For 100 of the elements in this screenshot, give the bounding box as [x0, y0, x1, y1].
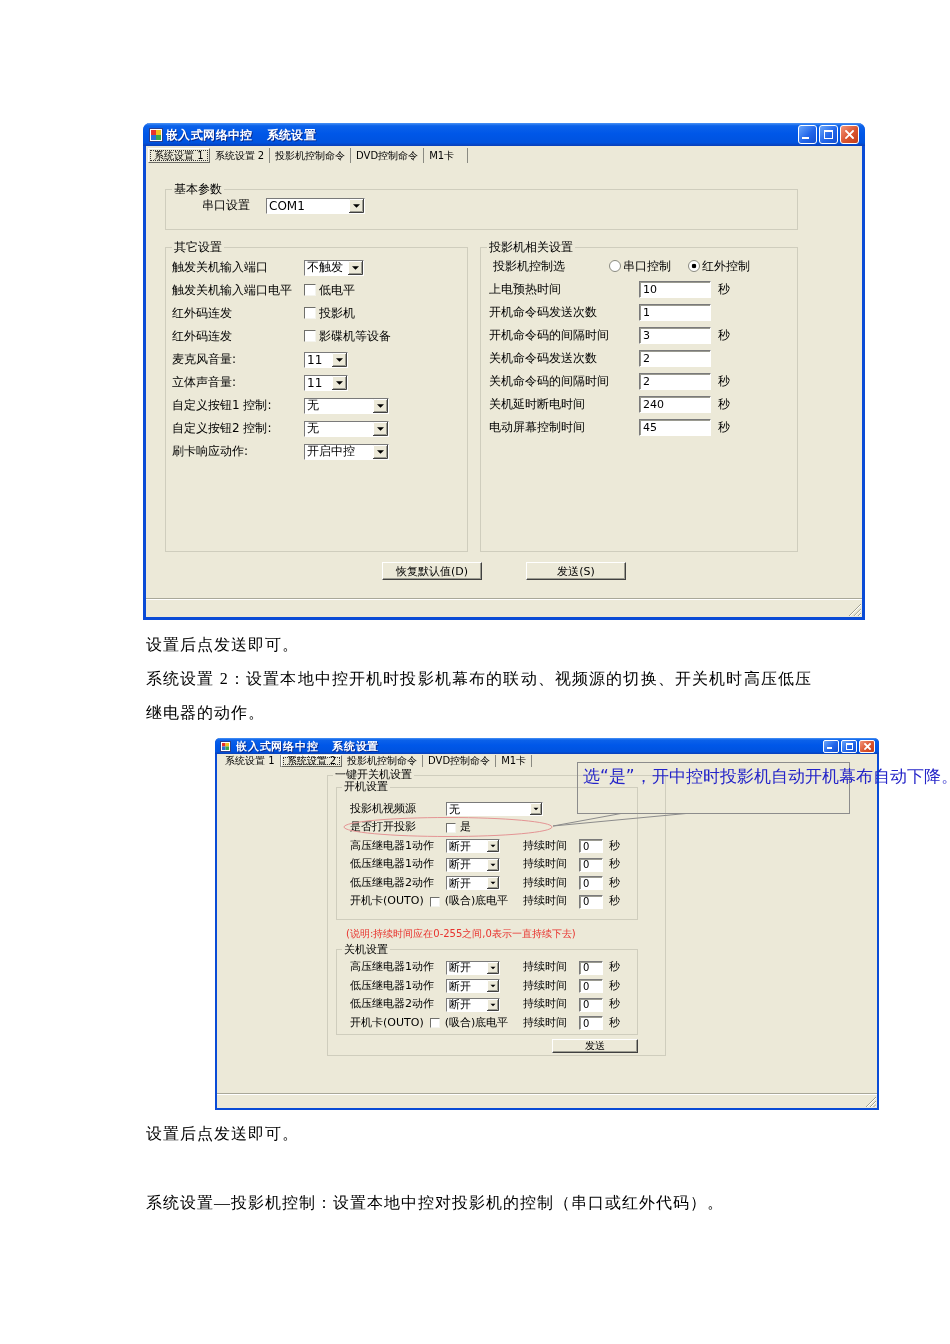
dropdown[interactable]: 开启中控	[304, 443, 389, 460]
send-button[interactable]: 发送(S)	[526, 562, 626, 580]
caret-icon	[487, 858, 499, 871]
field-label: 立体声音量:	[172, 375, 238, 390]
dropdown[interactable]: 11	[304, 374, 348, 391]
checkbox[interactable]	[429, 1018, 440, 1029]
unit-label: 秒	[717, 374, 731, 389]
dropdown[interactable]: 无	[304, 420, 389, 437]
radio-label: 红外控制	[702, 259, 750, 274]
unit-label: 秒	[717, 328, 731, 343]
tab[interactable]: 投影机控制命令	[342, 755, 424, 767]
field-label: 关机命令码发送次数	[489, 351, 598, 366]
text-field[interactable]: 0	[579, 1016, 603, 1031]
caret-icon	[530, 803, 542, 816]
window-title: 嵌入式网络中控 系统设置	[236, 740, 380, 752]
minimize-button[interactable]	[798, 125, 817, 144]
field-label: 刷卡响应动作:	[172, 444, 250, 459]
field-label: 低压继电器2动作	[350, 876, 435, 890]
caret-icon	[332, 352, 347, 367]
maximize-icon	[824, 130, 833, 139]
minimize-button[interactable]	[823, 739, 839, 753]
field-label: 开机卡(OUTO)	[350, 895, 424, 909]
dropdown[interactable]: 断开	[446, 839, 500, 854]
dropdown[interactable]: 断开	[446, 997, 500, 1012]
unit-label: 秒	[608, 1016, 621, 1030]
tab[interactable]: DVD控制命令	[423, 755, 497, 767]
body-text: 系统设置 2：设置本地中控开机时投影机幕布的联动、视频源的切换、开关机时高压低压继电器的动作。	[146, 669, 812, 723]
dropdown[interactable]: 断开	[446, 979, 500, 994]
unit-label: 秒	[608, 839, 621, 853]
body-text: 设置后点发送即可。	[146, 1124, 299, 1144]
field-label: 持续时间	[523, 895, 568, 909]
close-button[interactable]	[859, 739, 875, 753]
field-label: 低压继电器2动作	[350, 998, 435, 1012]
unit-label: 秒	[608, 895, 621, 909]
dropdown[interactable]: 断开	[446, 876, 500, 891]
close-icon	[863, 742, 871, 750]
checkbox[interactable]	[304, 284, 316, 297]
field-label: 关机命令码的间隔时间	[489, 374, 610, 389]
tab[interactable]: 系统设置 1	[220, 755, 281, 767]
text-field[interactable]: 0	[579, 839, 603, 854]
dropdown[interactable]: COM1	[266, 197, 365, 214]
text-field[interactable]: 0	[579, 857, 603, 872]
text-field[interactable]: 0	[579, 894, 603, 909]
field-label: 电动屏幕控制时间	[489, 420, 586, 435]
tab[interactable]: M1卡	[424, 148, 469, 163]
checkbox[interactable]	[304, 330, 316, 343]
text-field[interactable]: 10	[639, 281, 711, 298]
text-field[interactable]: 2	[639, 350, 711, 367]
dropdown[interactable]: 断开	[446, 857, 500, 872]
dropdown[interactable]: 不触发	[304, 259, 364, 276]
dropdown[interactable]: 无	[304, 397, 389, 414]
text-field[interactable]: 1	[639, 304, 711, 321]
checkbox[interactable]	[304, 307, 316, 320]
text-field[interactable]: 0	[579, 979, 603, 994]
group-title: 基本参数	[173, 182, 223, 196]
field-label: 红外码连发	[172, 306, 233, 321]
minimize-icon	[827, 746, 832, 749]
tab[interactable]: 系统设置 1	[148, 148, 210, 163]
text-field[interactable]: 0	[579, 876, 603, 891]
text-field[interactable]: 0	[579, 960, 603, 975]
maximize-button[interactable]	[841, 739, 857, 753]
close-button[interactable]	[840, 125, 859, 144]
tab[interactable]: 投影机控制命令	[270, 148, 352, 163]
tab[interactable]: M1卡	[496, 755, 533, 767]
radio-button[interactable]	[609, 260, 621, 273]
field-label: 投影机控制选	[493, 259, 566, 274]
note-text: (说明:持续时间应在0-255之间,0表示一直持续下去)	[346, 927, 576, 940]
resize-grip-icon	[849, 604, 861, 616]
minimize-icon	[802, 137, 809, 139]
dropdown[interactable]: 断开	[446, 960, 500, 975]
field-label: 开机命令码发送次数	[489, 305, 598, 320]
field-label: 持续时间	[523, 839, 568, 853]
checkbox[interactable]	[446, 822, 456, 833]
window-title: 嵌入式网络中控 系统设置	[166, 128, 317, 141]
maximize-button[interactable]	[819, 125, 838, 144]
field-label: 低压继电器1动作	[350, 858, 435, 872]
dropdown[interactable]: 11	[304, 351, 348, 368]
text-field[interactable]: 0	[579, 997, 603, 1012]
text-field[interactable]: 45	[639, 419, 711, 436]
caret-icon	[487, 980, 499, 993]
field-label: 关机延时断电时间	[489, 397, 586, 412]
unit-label: 秒	[608, 876, 621, 890]
tab[interactable]: DVD控制命令	[351, 148, 425, 163]
field-label: 开机命令码的间隔时间	[489, 328, 610, 343]
text-field[interactable]: 240	[639, 396, 711, 413]
field-label: 高压继电器1动作	[350, 839, 435, 853]
radio-button[interactable]	[688, 260, 700, 273]
checkbox[interactable]	[429, 896, 440, 907]
caret-icon	[487, 840, 499, 853]
reset-defaults-button[interactable]: 恢复默认值(D)	[382, 562, 482, 580]
caret-icon	[373, 444, 388, 459]
dropdown[interactable]: 无	[446, 802, 543, 817]
text-field[interactable]: 2	[639, 373, 711, 390]
text-field[interactable]: 3	[639, 327, 711, 344]
unit-label: 秒	[717, 282, 731, 297]
field-label: 是否打开投影	[350, 821, 417, 835]
tab[interactable]: 系统设置 2	[209, 148, 271, 163]
radio-label: 串口控制	[623, 259, 671, 274]
send-button[interactable]: 发送	[552, 1038, 638, 1053]
caret-icon	[373, 421, 388, 436]
